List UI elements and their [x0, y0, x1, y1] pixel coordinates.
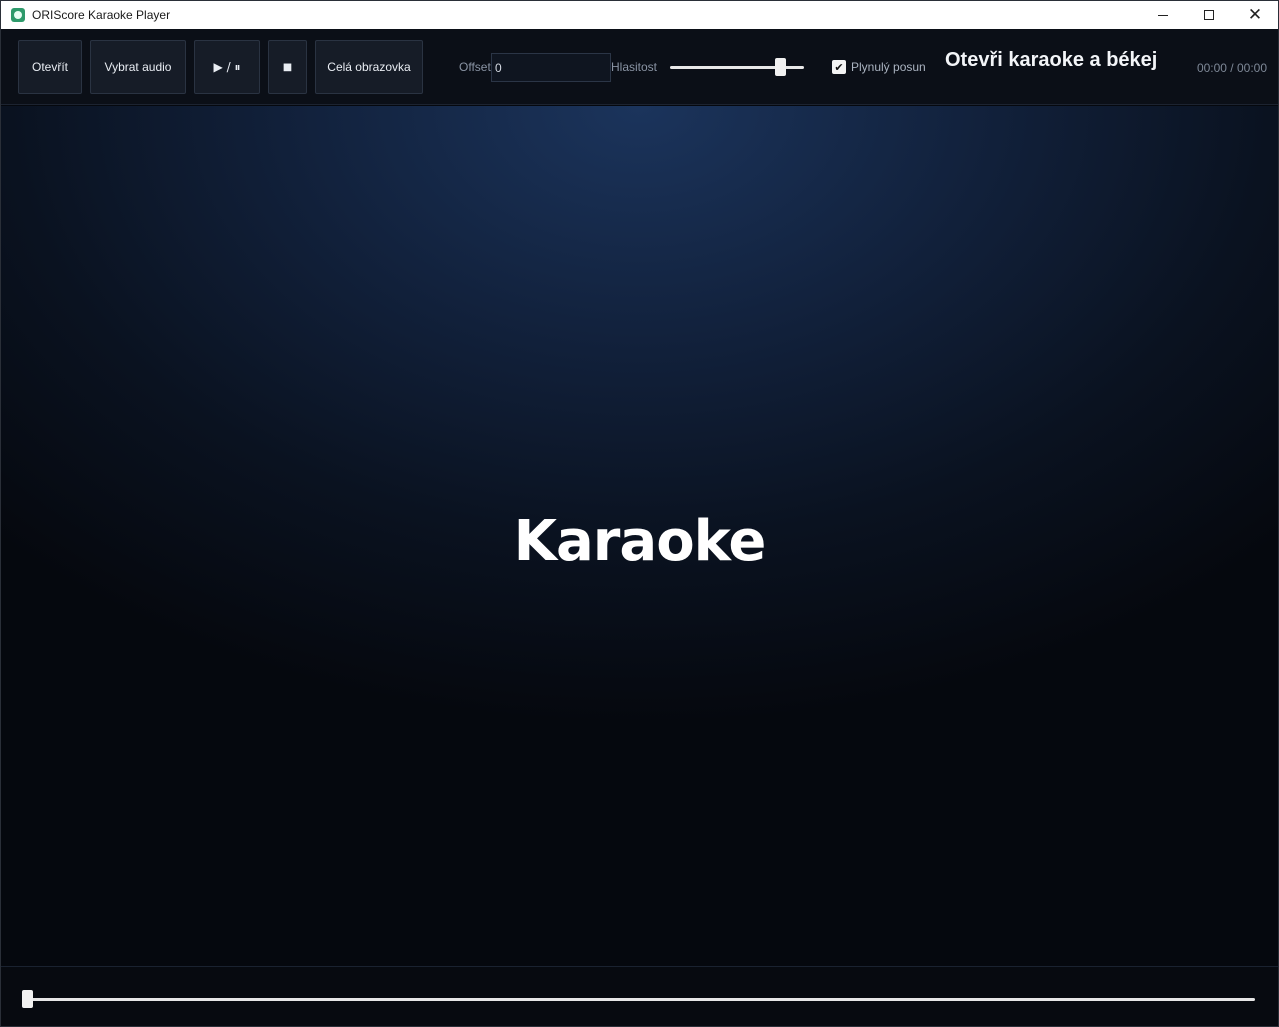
offset-label: Offset	[459, 60, 491, 74]
window-controls: ✕	[1140, 1, 1278, 29]
window-title: ORIScore Karaoke Player	[32, 8, 171, 22]
volume-slider-thumb[interactable]	[774, 58, 786, 76]
app-window: ORIScore Karaoke Player ✕ Otevřít Vybrat…	[0, 0, 1279, 1027]
current-lyric: Karaoke	[513, 509, 767, 574]
minimize-icon	[1158, 14, 1168, 16]
title-bar: ORIScore Karaoke Player ✕	[1, 1, 1278, 29]
play-pause-button[interactable]: ▶ / ⏸	[194, 40, 260, 94]
seek-bar-area	[1, 966, 1278, 1026]
maximize-icon	[1204, 10, 1214, 20]
seek-slider-track[interactable]	[23, 998, 1255, 1001]
maximize-button[interactable]	[1186, 1, 1232, 29]
toolbar: Otevřít Vybrat audio ▶ / ⏸ ■ Celá obrazo…	[1, 29, 1278, 105]
close-button[interactable]: ✕	[1232, 1, 1278, 29]
seek-slider-thumb[interactable]	[22, 990, 33, 1008]
app-logo-icon	[11, 8, 25, 22]
open-button[interactable]: Otevřít	[18, 40, 82, 94]
select-audio-button[interactable]: Vybrat audio	[90, 40, 186, 94]
smooth-scroll-label: Plynulý posun	[851, 60, 926, 74]
lyrics-stage: Karaoke	[1, 106, 1278, 966]
offset-input[interactable]	[491, 53, 611, 82]
stop-button[interactable]: ■	[268, 40, 307, 94]
checkmark-icon: ✔	[834, 60, 844, 74]
time-readout: 00:00 / 00:00	[1196, 61, 1267, 75]
status-text: Otevři karaoke a békej	[945, 49, 1158, 71]
minimize-button[interactable]	[1140, 1, 1186, 29]
volume-label: Hlasitost	[611, 60, 658, 74]
close-icon: ✕	[1247, 4, 1263, 25]
smooth-scroll-checkbox[interactable]: ✔	[832, 60, 846, 74]
fullscreen-button[interactable]: Celá obrazovka	[315, 40, 423, 94]
